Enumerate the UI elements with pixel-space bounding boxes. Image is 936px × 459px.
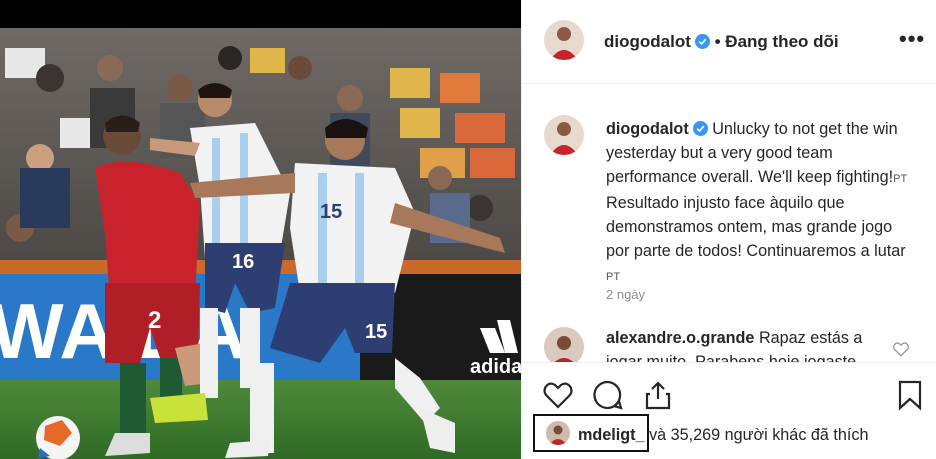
follow-separator: • xyxy=(714,32,726,51)
comment-text: Rapaz estás a xyxy=(758,329,863,347)
verified-badge-icon xyxy=(692,121,708,136)
post-photo[interactable]: WA DA adidas 2 16 xyxy=(0,28,521,459)
portugal-number: 2 xyxy=(148,307,161,334)
commenter-username[interactable]: alexandre.o.grande xyxy=(606,329,754,347)
pt-flag-icon: PT xyxy=(893,173,908,185)
argentina-right-jersey-number: 15 xyxy=(320,201,342,223)
football xyxy=(36,416,80,459)
comment-item: alexandre.o.grande Rapaz estás a xyxy=(606,329,862,348)
comment-icon[interactable] xyxy=(592,379,624,411)
commenter-avatar[interactable] xyxy=(544,327,584,362)
verified-badge-icon xyxy=(694,34,710,49)
header-username[interactable]: diogodalot xyxy=(604,32,691,51)
adidas-text: adidas xyxy=(470,356,521,378)
comments-list: alexandre.o.grande Rapaz estás a jogar m… xyxy=(522,322,936,362)
share-icon[interactable] xyxy=(642,379,674,411)
more-options-icon[interactable]: ••• xyxy=(899,28,925,50)
post-caption: diogodalot Unlucky to not get the win ye… xyxy=(606,117,916,289)
header-author: diogodalot • Đang theo dõi xyxy=(604,32,839,52)
post-time[interactable]: 2 ngày xyxy=(606,287,645,302)
argentina-right-short-number: 15 xyxy=(365,321,387,343)
follow-status-button[interactable]: Đang theo dõi xyxy=(725,32,838,51)
comment-text-continued: jogar muito. Parabens hoje jogaste xyxy=(606,353,857,362)
comment-like-heart-icon[interactable] xyxy=(892,340,910,358)
bookmark-icon[interactable] xyxy=(894,379,926,411)
caption-avatar[interactable] xyxy=(544,115,584,155)
caption-text-pt: Resultado injusto face àquilo que demons… xyxy=(606,194,906,260)
likes-rest[interactable]: và 35,269 người khác đã thích xyxy=(649,426,868,444)
argentina-mid-number: 16 xyxy=(232,251,254,273)
likes-summary: mdeligt_ và 35,269 người khác đã thích xyxy=(578,426,869,445)
author-avatar[interactable] xyxy=(544,20,584,60)
liker-avatar[interactable] xyxy=(546,421,570,445)
caption-username[interactable]: diogodalot xyxy=(606,120,689,138)
post-sidebar: diogodalot • Đang theo dõi ••• diogodalo… xyxy=(521,0,936,459)
post-header: diogodalot • Đang theo dõi ••• xyxy=(522,0,936,84)
heart-icon[interactable] xyxy=(542,379,574,411)
top-black-bar xyxy=(0,0,521,28)
pt-flag-icon-2: PT xyxy=(606,271,621,283)
liker-username[interactable]: mdeligt_ xyxy=(578,426,645,444)
photo-illustration: WA DA adidas 2 16 xyxy=(0,28,521,459)
